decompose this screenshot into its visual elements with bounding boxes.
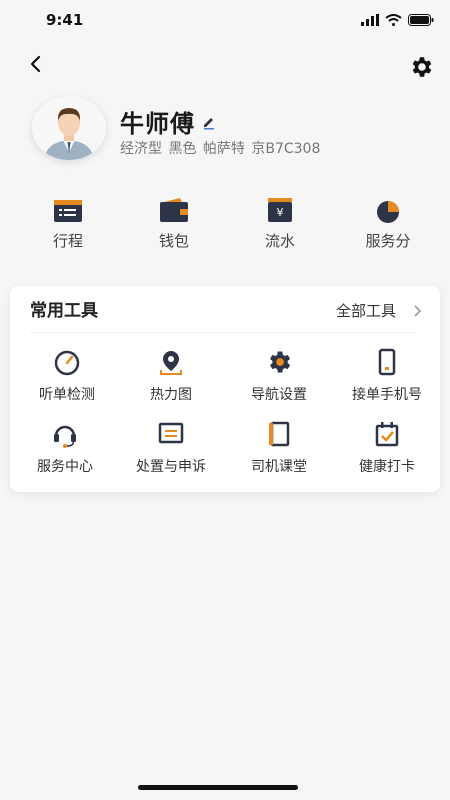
back-button[interactable]	[24, 50, 52, 78]
edit-pencil-icon[interactable]	[201, 114, 217, 130]
tool-label: 服务中心	[37, 459, 93, 475]
trip-list-icon	[54, 200, 82, 222]
quick-action-label: 流水	[264, 232, 295, 250]
tool-label: 接单手机号	[352, 387, 422, 403]
status-icons	[361, 14, 434, 26]
wifi-icon	[385, 14, 402, 26]
gear-icon	[412, 57, 432, 77]
divider	[30, 332, 416, 333]
tools-card-title: 常用工具	[30, 301, 98, 321]
tool-disposal-appeal[interactable]: 处置与申诉	[116, 420, 226, 480]
message-icon	[158, 422, 184, 444]
status-bar: 9:41	[0, 0, 450, 40]
phone-icon	[378, 348, 396, 376]
quick-action-label: 服务分	[365, 232, 411, 250]
car-info: 经济型 黑色 帕萨特 京B7C308	[120, 141, 321, 157]
top-bar	[0, 48, 450, 84]
tool-service-center[interactable]: 服务中心	[10, 420, 120, 480]
quick-action-label: 行程	[52, 232, 83, 250]
headset-icon	[54, 425, 76, 448]
gear-icon	[270, 351, 291, 373]
book-icon	[269, 421, 290, 447]
chevron-left-icon	[30, 55, 41, 73]
home-indicator	[138, 785, 298, 790]
quick-action-flow[interactable]: ¥ 流水	[230, 196, 330, 260]
quick-action-trip[interactable]: 行程	[18, 196, 118, 260]
signal-icon	[361, 14, 379, 26]
common-tools-card: 常用工具 全部工具 听单检测 热力图 导航设置 接单手机号 服务中心 处置与申诉…	[10, 286, 440, 492]
quick-action-service-score[interactable]: 服务分	[338, 196, 438, 260]
all-tools-link[interactable]: 全部工具	[336, 300, 422, 321]
driver-name: 牛师傅	[120, 110, 195, 138]
driver-profile: 牛师傅 经济型 黑色 帕萨特 京B7C308	[32, 96, 432, 166]
gauge-icon	[54, 350, 80, 376]
tool-label: 听单检测	[39, 387, 95, 403]
tool-driver-classroom[interactable]: 司机课堂	[224, 420, 334, 480]
tool-label: 健康打卡	[359, 459, 415, 475]
avatar[interactable]	[32, 96, 106, 160]
quick-actions-row: 行程 钱包 ¥ 流水 服务分	[0, 196, 450, 260]
tool-label: 导航设置	[251, 387, 307, 403]
location-pin-icon	[160, 351, 182, 375]
status-time: 9:41	[46, 11, 84, 29]
tools-card-header: 常用工具 全部工具	[10, 286, 440, 330]
name-row: 牛师傅	[120, 104, 217, 139]
income-flow-icon: ¥	[268, 198, 292, 222]
svg-text:¥: ¥	[277, 206, 284, 219]
quick-action-wallet[interactable]: 钱包	[124, 196, 224, 260]
tool-order-phone-number[interactable]: 接单手机号	[332, 348, 442, 408]
tool-label: 处置与申诉	[136, 459, 206, 475]
wallet-icon	[160, 198, 188, 222]
all-tools-label: 全部工具	[335, 302, 396, 320]
tool-label: 热力图	[150, 387, 192, 403]
avatar-person-icon	[32, 96, 106, 160]
service-score-icon	[377, 201, 399, 223]
battery-icon	[408, 14, 434, 26]
tool-heatmap[interactable]: 热力图	[116, 348, 226, 408]
calendar-check-icon	[375, 422, 399, 447]
quick-action-label: 钱包	[158, 232, 189, 250]
tool-health-checkin[interactable]: 健康打卡	[332, 420, 442, 480]
tool-navigation-settings[interactable]: 导航设置	[224, 348, 334, 408]
tool-order-listening-check[interactable]: 听单检测	[12, 348, 122, 408]
chevron-right-icon	[414, 304, 422, 317]
settings-button[interactable]	[408, 54, 434, 80]
tool-label: 司机课堂	[251, 459, 307, 475]
